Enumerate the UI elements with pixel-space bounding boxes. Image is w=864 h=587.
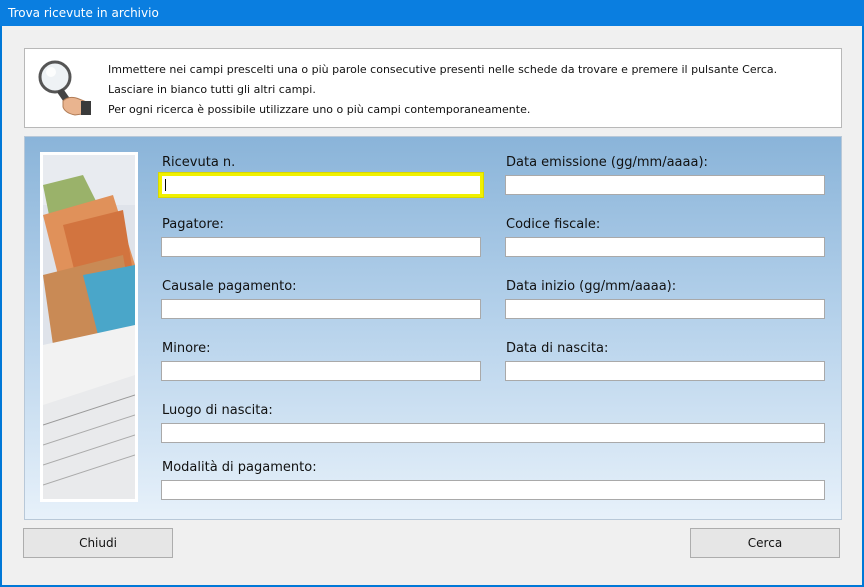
info-line-3: Per ogni ricerca è possibile utilizzare …	[108, 103, 531, 116]
text-caret	[165, 179, 166, 191]
search-panel: Ricevuta n. Data emissione (gg/mm/aaaa):…	[24, 136, 842, 520]
info-line-2: Lasciare in bianco tutti gli altri campi…	[108, 83, 316, 96]
codice-fiscale-input[interactable]	[505, 237, 825, 257]
info-line-1: Immettere nei campi prescelti una o più …	[108, 63, 778, 76]
label-modalita: Modalità di pagamento:	[162, 460, 317, 475]
label-data-emissione: Data emissione (gg/mm/aaaa):	[506, 155, 708, 170]
window-title: Trova ricevute in archivio	[8, 6, 159, 20]
label-luogo-nascita: Luogo di nascita:	[162, 403, 273, 418]
search-button[interactable]: Cerca	[690, 528, 840, 558]
banknotes-image	[40, 152, 138, 502]
minore-input[interactable]	[161, 361, 481, 381]
data-inizio-input[interactable]	[505, 299, 825, 319]
data-nascita-input[interactable]	[505, 361, 825, 381]
info-box: Immettere nei campi prescelti una o più …	[24, 48, 842, 128]
label-data-nascita: Data di nascita:	[506, 341, 609, 356]
pagatore-input[interactable]	[161, 237, 481, 257]
label-causale: Causale pagamento:	[162, 279, 297, 294]
title-bar: Trova ricevute in archivio	[0, 0, 864, 26]
label-codice-fiscale: Codice fiscale:	[506, 217, 601, 232]
ricevuta-input[interactable]	[159, 173, 483, 197]
label-data-inizio: Data inizio (gg/mm/aaaa):	[506, 279, 677, 294]
luogo-nascita-input[interactable]	[161, 423, 825, 443]
label-minore: Minore:	[162, 341, 211, 356]
label-ricevuta: Ricevuta n.	[162, 155, 236, 170]
causale-input[interactable]	[161, 299, 481, 319]
label-pagatore: Pagatore:	[162, 217, 224, 232]
close-button[interactable]: Chiudi	[23, 528, 173, 558]
data-emissione-input[interactable]	[505, 175, 825, 195]
dialog-body: Immettere nei campi prescelti una o più …	[2, 26, 862, 585]
magnifier-icon	[38, 60, 91, 116]
modalita-input[interactable]	[161, 480, 825, 500]
